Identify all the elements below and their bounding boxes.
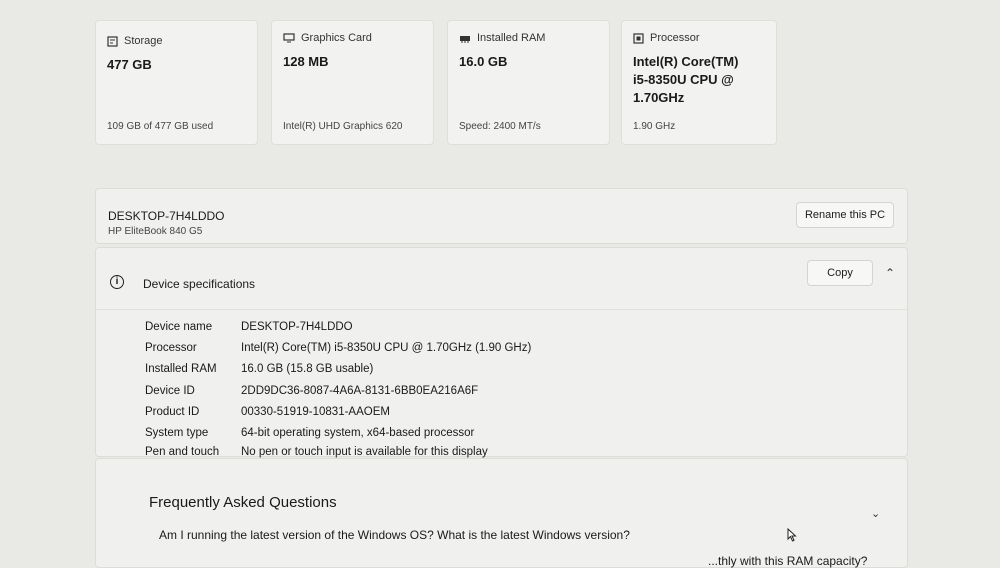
mouse-pointer-icon <box>787 527 797 547</box>
graphics-card-value: 128 MB <box>283 54 329 69</box>
rename-pc-button[interactable]: Rename this PC <box>796 202 894 228</box>
spec-key: Device name <box>145 321 213 333</box>
storage-value: 477 GB <box>107 57 152 72</box>
spec-value: DESKTOP-7H4LDDO <box>241 321 353 333</box>
graphics-card-icon <box>283 33 295 43</box>
graphics-card-card[interactable]: Graphics Card 128 MB Intel(R) UHD Graphi… <box>271 20 434 145</box>
spec-key: Installed RAM <box>145 363 217 375</box>
storage-icon <box>107 35 118 47</box>
storage-label: Storage <box>124 35 163 47</box>
faq-heading: Frequently Asked Questions <box>149 494 337 511</box>
spec-key: Device ID <box>145 385 195 397</box>
chevron-up-icon[interactable]: ⌃ <box>885 266 895 280</box>
device-model: HP EliteBook 840 G5 <box>108 226 203 237</box>
spec-key: System type <box>145 427 209 439</box>
spec-value: 64-bit operating system, x64-based proce… <box>241 427 475 439</box>
processor-icon <box>633 32 644 44</box>
ram-speed: Speed: 2400 MT/s <box>459 121 541 132</box>
storage-usage: 109 GB of 477 GB used <box>107 121 214 132</box>
spec-value: Intel(R) Core(TM) i5-8350U CPU @ 1.70GHz… <box>241 342 532 354</box>
storage-card[interactable]: Storage 477 GB 109 GB of 477 GB used <box>95 20 258 145</box>
processor-value-line: Intel(R) Core(TM) <box>633 54 739 69</box>
processor-value-line: i5-8350U CPU @ <box>633 72 734 87</box>
graphics-card-model: Intel(R) UHD Graphics 620 <box>283 121 403 132</box>
ram-icon <box>459 34 471 43</box>
installed-ram-value: 16.0 GB <box>459 54 508 69</box>
spec-value: 2DD9DC36-8087-4A6A-8131-6BB0EA216A6F <box>241 385 479 397</box>
processor-value-line: 1.70GHz <box>633 90 685 105</box>
installed-ram-card[interactable]: Installed RAM 16.0 GB Speed: 2400 MT/s <box>447 20 610 145</box>
faq-question[interactable]: Am I running the latest version of the W… <box>159 528 630 542</box>
spec-key: Processor <box>145 342 197 354</box>
spec-value: 16.0 GB (15.8 GB usable) <box>241 363 374 375</box>
device-specifications-panel: i Device specifications Copy ⌃ Device na… <box>95 247 908 458</box>
installed-ram-label: Installed RAM <box>477 32 546 44</box>
chevron-down-icon[interactable]: ⌄ <box>871 507 880 520</box>
faq-panel: Frequently Asked Questions ⌄ Am I runnin… <box>95 458 908 568</box>
spec-key: Pen and touch <box>145 446 220 458</box>
spec-key: Product ID <box>145 406 200 418</box>
faq-question[interactable]: ...thly with this RAM capacity? <box>708 554 867 568</box>
spec-value: No pen or touch input is available for t… <box>241 446 488 458</box>
spec-value: 00330-51919-10831-AAOEM <box>241 406 390 418</box>
processor-value: Intel(R) Core(TM) i5-8350U CPU @ 1.70GHz <box>633 53 738 107</box>
copy-button[interactable]: Copy <box>807 260 873 286</box>
device-name: DESKTOP-7H4LDDO <box>108 209 225 223</box>
info-icon: i <box>110 275 124 289</box>
divider <box>96 309 907 310</box>
processor-card[interactable]: Processor Intel(R) Core(TM) i5-8350U CPU… <box>621 20 777 145</box>
device-specifications-title: Device specifications <box>143 277 256 291</box>
processor-boost-speed: 1.90 GHz <box>633 121 676 132</box>
device-header: DESKTOP-7H4LDDO HP EliteBook 840 G5 Rena… <box>95 188 908 244</box>
processor-label: Processor <box>650 32 700 44</box>
graphics-card-label: Graphics Card <box>301 32 372 44</box>
